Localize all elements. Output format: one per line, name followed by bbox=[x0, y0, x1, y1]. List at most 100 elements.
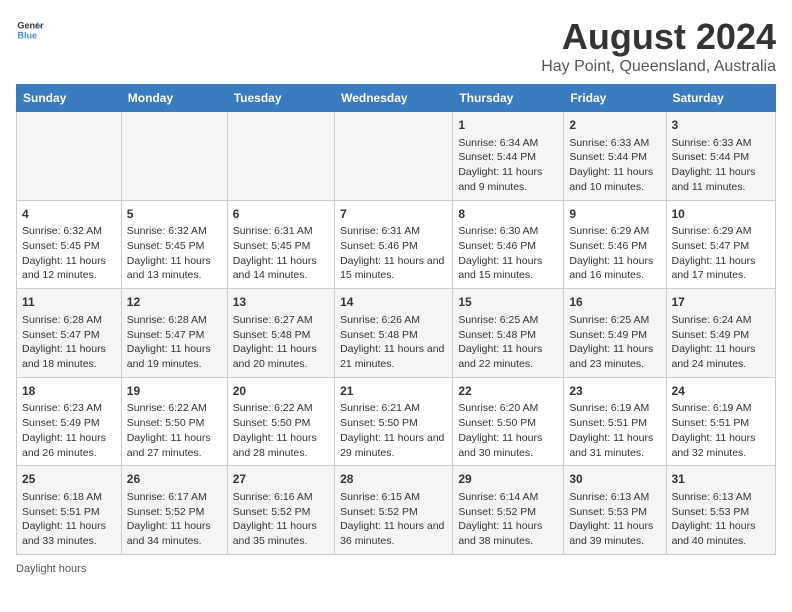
day-number: 10 bbox=[672, 206, 771, 223]
calendar-week-row: 4Sunrise: 6:32 AMSunset: 5:45 PMDaylight… bbox=[17, 200, 776, 289]
calendar-cell: 4Sunrise: 6:32 AMSunset: 5:45 PMDaylight… bbox=[17, 200, 122, 289]
calendar-cell: 3Sunrise: 6:33 AMSunset: 5:44 PMDaylight… bbox=[666, 112, 776, 201]
day-info: Sunset: 5:52 PM bbox=[340, 505, 447, 520]
day-info: Sunrise: 6:28 AM bbox=[22, 313, 116, 328]
day-info: Sunrise: 6:27 AM bbox=[233, 313, 329, 328]
calendar-cell: 24Sunrise: 6:19 AMSunset: 5:51 PMDayligh… bbox=[666, 377, 776, 466]
day-info: Daylight: 11 hours and 34 minutes. bbox=[127, 519, 222, 548]
day-number: 30 bbox=[569, 471, 660, 488]
calendar-cell: 16Sunrise: 6:25 AMSunset: 5:49 PMDayligh… bbox=[564, 289, 666, 378]
day-number: 9 bbox=[569, 206, 660, 223]
day-info: Sunset: 5:44 PM bbox=[458, 150, 558, 165]
calendar-week-row: 25Sunrise: 6:18 AMSunset: 5:51 PMDayligh… bbox=[17, 466, 776, 555]
day-info: Sunset: 5:46 PM bbox=[458, 239, 558, 254]
day-info: Daylight: 11 hours and 21 minutes. bbox=[340, 342, 447, 371]
day-info: Sunrise: 6:33 AM bbox=[569, 136, 660, 151]
day-number: 14 bbox=[340, 294, 447, 311]
day-info: Sunrise: 6:16 AM bbox=[233, 490, 329, 505]
day-info: Daylight: 11 hours and 35 minutes. bbox=[233, 519, 329, 548]
day-info: Sunrise: 6:33 AM bbox=[672, 136, 771, 151]
calendar-cell: 9Sunrise: 6:29 AMSunset: 5:46 PMDaylight… bbox=[564, 200, 666, 289]
calendar-cell: 25Sunrise: 6:18 AMSunset: 5:51 PMDayligh… bbox=[17, 466, 122, 555]
calendar-cell: 20Sunrise: 6:22 AMSunset: 5:50 PMDayligh… bbox=[227, 377, 334, 466]
day-of-week-header: Tuesday bbox=[227, 85, 334, 112]
day-number: 20 bbox=[233, 383, 329, 400]
day-number: 25 bbox=[22, 471, 116, 488]
day-number: 19 bbox=[127, 383, 222, 400]
calendar-header-row: SundayMondayTuesdayWednesdayThursdayFrid… bbox=[17, 85, 776, 112]
day-info: Daylight: 11 hours and 38 minutes. bbox=[458, 519, 558, 548]
day-info: Sunrise: 6:28 AM bbox=[127, 313, 222, 328]
day-info: Daylight: 11 hours and 15 minutes. bbox=[458, 254, 558, 283]
day-info: Sunrise: 6:31 AM bbox=[340, 224, 447, 239]
calendar-cell bbox=[17, 112, 122, 201]
day-number: 23 bbox=[569, 383, 660, 400]
day-info: Sunset: 5:44 PM bbox=[569, 150, 660, 165]
day-info: Daylight: 11 hours and 29 minutes. bbox=[340, 431, 447, 460]
day-info: Sunset: 5:52 PM bbox=[127, 505, 222, 520]
day-of-week-header: Thursday bbox=[453, 85, 564, 112]
title-area: August 2024 Hay Point, Queensland, Austr… bbox=[541, 16, 776, 76]
day-info: Sunrise: 6:20 AM bbox=[458, 401, 558, 416]
header: General Blue August 2024 Hay Point, Quee… bbox=[16, 16, 776, 76]
day-info: Daylight: 11 hours and 13 minutes. bbox=[127, 254, 222, 283]
calendar-cell: 19Sunrise: 6:22 AMSunset: 5:50 PMDayligh… bbox=[121, 377, 227, 466]
day-number: 12 bbox=[127, 294, 222, 311]
calendar-cell bbox=[121, 112, 227, 201]
day-info: Sunrise: 6:25 AM bbox=[569, 313, 660, 328]
day-info: Daylight: 11 hours and 9 minutes. bbox=[458, 165, 558, 194]
day-number: 13 bbox=[233, 294, 329, 311]
day-info: Daylight: 11 hours and 36 minutes. bbox=[340, 519, 447, 548]
calendar-cell: 18Sunrise: 6:23 AMSunset: 5:49 PMDayligh… bbox=[17, 377, 122, 466]
day-number: 8 bbox=[458, 206, 558, 223]
day-number: 17 bbox=[672, 294, 771, 311]
calendar-cell: 8Sunrise: 6:30 AMSunset: 5:46 PMDaylight… bbox=[453, 200, 564, 289]
calendar-cell: 17Sunrise: 6:24 AMSunset: 5:49 PMDayligh… bbox=[666, 289, 776, 378]
day-info: Sunrise: 6:15 AM bbox=[340, 490, 447, 505]
calendar-cell: 13Sunrise: 6:27 AMSunset: 5:48 PMDayligh… bbox=[227, 289, 334, 378]
day-info: Daylight: 11 hours and 27 minutes. bbox=[127, 431, 222, 460]
calendar-cell: 11 Sunrise: 6:28 AMSunset: 5:47 PMDayligh… bbox=[17, 289, 122, 378]
day-info: Sunset: 5:47 PM bbox=[127, 328, 222, 343]
calendar-cell: 7Sunrise: 6:31 AMSunset: 5:46 PMDaylight… bbox=[335, 200, 453, 289]
day-number: 5 bbox=[127, 206, 222, 223]
day-number: 3 bbox=[672, 117, 771, 134]
day-info: Sunset: 5:45 PM bbox=[22, 239, 116, 254]
logo: General Blue bbox=[16, 16, 44, 44]
day-info: Sunset: 5:51 PM bbox=[569, 416, 660, 431]
calendar-table: SundayMondayTuesdayWednesdayThursdayFrid… bbox=[16, 84, 776, 555]
day-number: 21 bbox=[340, 383, 447, 400]
day-info: Sunset: 5:50 PM bbox=[340, 416, 447, 431]
calendar-cell: 30Sunrise: 6:13 AMSunset: 5:53 PMDayligh… bbox=[564, 466, 666, 555]
day-info: Sunset: 5:50 PM bbox=[127, 416, 222, 431]
day-info: Sunrise: 6:21 AM bbox=[340, 401, 447, 416]
day-info: Sunrise: 6:25 AM bbox=[458, 313, 558, 328]
day-info: Daylight: 11 hours and 15 minutes. bbox=[340, 254, 447, 283]
day-info: Sunrise: 6:32 AM bbox=[127, 224, 222, 239]
day-info: Sunset: 5:44 PM bbox=[672, 150, 771, 165]
day-number: 11 bbox=[22, 294, 116, 311]
day-info: Sunset: 5:52 PM bbox=[233, 505, 329, 520]
day-info: Daylight: 11 hours and 30 minutes. bbox=[458, 431, 558, 460]
day-info: Sunrise: 6:22 AM bbox=[233, 401, 329, 416]
day-info: Sunrise: 6:30 AM bbox=[458, 224, 558, 239]
day-info: Sunrise: 6:17 AM bbox=[127, 490, 222, 505]
calendar-cell: 14Sunrise: 6:26 AMSunset: 5:48 PMDayligh… bbox=[335, 289, 453, 378]
day-info: Sunrise: 6:13 AM bbox=[569, 490, 660, 505]
day-info: Sunrise: 6:24 AM bbox=[672, 313, 771, 328]
day-info: Sunset: 5:53 PM bbox=[672, 505, 771, 520]
day-info: Sunset: 5:47 PM bbox=[22, 328, 116, 343]
day-of-week-header: Friday bbox=[564, 85, 666, 112]
day-info: Sunset: 5:49 PM bbox=[22, 416, 116, 431]
day-info: Daylight: 11 hours and 17 minutes. bbox=[672, 254, 771, 283]
day-info: Daylight: 11 hours and 18 minutes. bbox=[22, 342, 116, 371]
calendar-cell bbox=[335, 112, 453, 201]
day-number: 31 bbox=[672, 471, 771, 488]
day-info: Sunset: 5:47 PM bbox=[672, 239, 771, 254]
calendar-cell: 22Sunrise: 6:20 AMSunset: 5:50 PMDayligh… bbox=[453, 377, 564, 466]
day-info: Daylight: 11 hours and 10 minutes. bbox=[569, 165, 660, 194]
day-info: Daylight: 11 hours and 19 minutes. bbox=[127, 342, 222, 371]
calendar-cell: 12 Sunrise: 6:28 AMSunset: 5:47 PMDayligh… bbox=[121, 289, 227, 378]
svg-text:Blue: Blue bbox=[17, 30, 37, 40]
day-of-week-header: Wednesday bbox=[335, 85, 453, 112]
